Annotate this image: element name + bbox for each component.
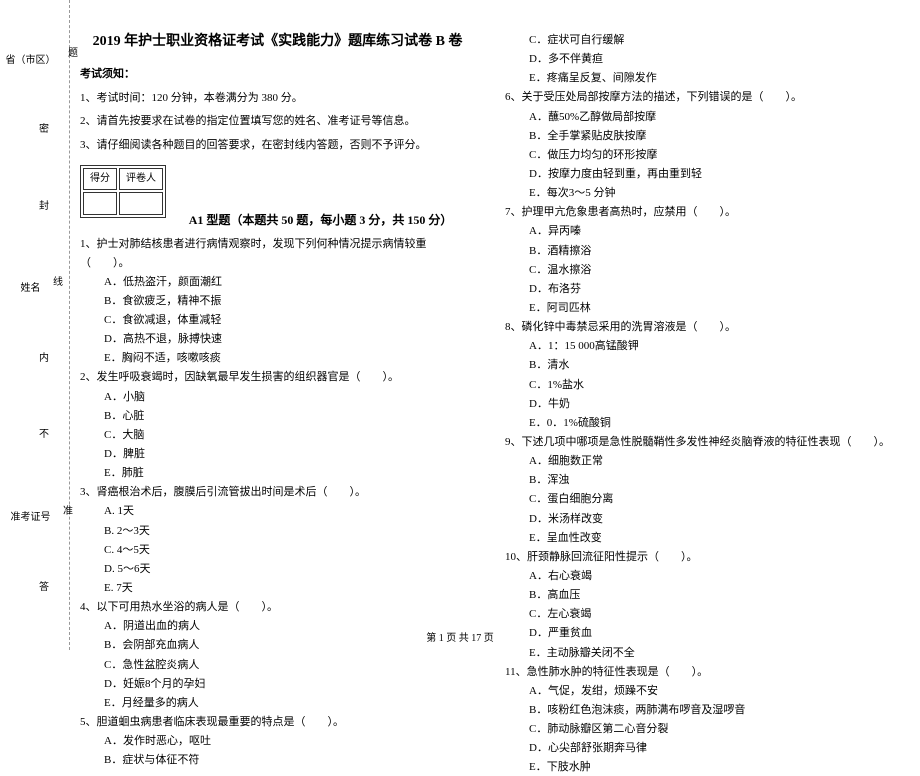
- binding-char: 答: [35, 581, 50, 603]
- question-option: C．急性盆腔炎病人: [80, 656, 475, 674]
- question-option: C．左心衰竭: [505, 605, 900, 623]
- instruction-2: 2、请首先按要求在试卷的指定位置填写您的姓名、准考证号等信息。: [80, 112, 475, 130]
- question-option: E．疼痛呈反复、间隙发作: [505, 69, 900, 87]
- question-option: C．食欲减退，体重减轻: [80, 311, 475, 329]
- question-stem: 7、护理甲亢危象患者高热时，应禁用（ ）。: [505, 203, 900, 221]
- question-option: E．0．1%硫酸铜: [505, 414, 900, 432]
- question-option: B．酒精擦浴: [505, 242, 900, 260]
- question-option: C．症状可自行缓解: [505, 31, 900, 49]
- exam-title: 2019 年护士职业资格证考试《实践能力》题库练习试卷 B 卷: [80, 30, 475, 53]
- question-option: D．牛奶: [505, 395, 900, 413]
- question-option: B．心脏: [80, 407, 475, 425]
- binding-char: 题: [64, 47, 79, 69]
- question-option: E. 7天: [80, 579, 475, 597]
- notice-header: 考试须知：: [80, 65, 475, 83]
- binding-margin: 题 省（市区） 密 封 线 姓名 内 不 准 准考证号 答: [15, 0, 70, 650]
- question-option: E．肺脏: [80, 464, 475, 482]
- question-option: E．下肢水肿: [505, 758, 900, 776]
- binding-char: 密: [35, 123, 50, 145]
- right-questions: 6、关于受压处局部按摩方法的描述，下列错误的是（ ）。 A．蘸50%乙醇做局部按摩…: [505, 88, 900, 776]
- question-option: E．每次3～5 分钟: [505, 184, 900, 202]
- question-stem: 3、肾癌根治术后，腹膜后引流管拔出时间是术后（ ）。: [80, 483, 475, 501]
- question-option: A．发作时恶心，呕吐: [80, 732, 475, 750]
- question-option: E．阿司匹林: [505, 299, 900, 317]
- question-stem: 9、下述几项中哪项是急性脱髓鞘性多发性神经炎脑脊液的特征性表现（ ）。: [505, 433, 900, 451]
- q5-continued-options: C．症状可自行缓解D．多不伴黄疸E．疼痛呈反复、间隙发作: [505, 31, 900, 87]
- binding-char: 不: [35, 428, 50, 450]
- question-option: C．大脑: [80, 426, 475, 444]
- question-option: E．胸闷不适，咳嗽咳痰: [80, 349, 475, 367]
- binding-char: 内: [35, 352, 50, 374]
- instruction-1: 1、考试时间：120 分钟，本卷满分为 380 分。: [80, 89, 475, 107]
- question-option: D．米汤样改变: [505, 510, 900, 528]
- question-option: C．肺动脉瓣区第二心音分裂: [505, 720, 900, 738]
- question-option: A．气促，发绀，烦躁不安: [505, 682, 900, 700]
- page-footer: 第 1 页 共 17 页: [426, 629, 494, 644]
- main-content: 2019 年护士职业资格证考试《实践能力》题库练习试卷 B 卷 考试须知： 1、…: [80, 30, 900, 630]
- question-option: B．清水: [505, 356, 900, 374]
- score-cell: 得分: [83, 168, 117, 191]
- question-option: A．蘸50%乙醇做局部按摩: [505, 108, 900, 126]
- question-option: A．小脑: [80, 388, 475, 406]
- question-option: B．症状与体征不符: [80, 751, 475, 769]
- question-option: E．呈血性改变: [505, 529, 900, 547]
- question-option: B．咳粉红色泡沫痰，两肺满布啰音及湿啰音: [505, 701, 900, 719]
- binding-char: 线: [49, 276, 64, 298]
- question-option: C. 4～5天: [80, 541, 475, 559]
- question-stem: 10、肝颈静脉回流征阳性提示（ ）。: [505, 548, 900, 566]
- question-option: B．食欲疲乏，精神不振: [80, 292, 475, 310]
- question-option: D．布洛芬: [505, 280, 900, 298]
- question-stem: 8、磷化锌中毒禁忌采用的洗胃溶液是（ ）。: [505, 318, 900, 336]
- question-option: B．浑浊: [505, 471, 900, 489]
- question-option: E．月经量多的病人: [80, 694, 475, 712]
- question-option: A．异丙嗪: [505, 222, 900, 240]
- question-stem: 2、发生呼吸衰竭时，因缺氧最早发生损害的组织器官是（ ）。: [80, 368, 475, 386]
- binding-char: 封: [35, 200, 50, 222]
- question-option: D．心尖部舒张期奔马律: [505, 739, 900, 757]
- question-stem: 6、关于受压处局部按摩方法的描述，下列错误的是（ ）。: [505, 88, 900, 106]
- question-option: D．多不伴黄疸: [505, 50, 900, 68]
- question-stem: 5、胆道蛔虫病患者临床表现最重要的特点是（ ）。: [80, 713, 475, 731]
- question-option: A. 1天: [80, 502, 475, 520]
- question-option: A．阴道出血的病人: [80, 617, 475, 635]
- left-questions: 1、护士对肺结核患者进行病情观察时，发现下列何种情况提示病情较重（ ）。 A．低热…: [80, 235, 475, 769]
- question-option: A．低热盗汗，颜面潮红: [80, 273, 475, 291]
- question-option: C．做压力均匀的环形按摩: [505, 146, 900, 164]
- question-option: B．会阴部充血病人: [80, 636, 475, 654]
- question-option: B．高血压: [505, 586, 900, 604]
- question-stem: 4、以下可用热水坐浴的病人是（ ）。: [80, 598, 475, 616]
- question-option: D. 5～6天: [80, 560, 475, 578]
- question-option: D．高热不退，脉搏快速: [80, 330, 475, 348]
- province-label: 省（市区）: [6, 51, 56, 66]
- left-column: 2019 年护士职业资格证考试《实践能力》题库练习试卷 B 卷 考试须知： 1、…: [80, 30, 475, 630]
- question-stem: 1、护士对肺结核患者进行病情观察时，发现下列何种情况提示病情较重（ ）。: [80, 235, 475, 271]
- question-option: C．蛋白细胞分离: [505, 490, 900, 508]
- question-option: A．细胞数正常: [505, 452, 900, 470]
- ticket-label: 准考证号: [11, 508, 51, 523]
- score-table: 得分 评卷人: [80, 165, 166, 218]
- name-label: 姓名: [21, 279, 41, 294]
- question-option: A．右心衰竭: [505, 567, 900, 585]
- section-a1-title: A1 型题（本题共 50 题，每小题 3 分，共 150 分）: [189, 211, 453, 231]
- question-option: D．严重贫血: [505, 624, 900, 642]
- question-option: A．1：15 000高锰酸钾: [505, 337, 900, 355]
- question-option: D．按摩力度由轻到重，再由重到轻: [505, 165, 900, 183]
- question-option: C．温水擦浴: [505, 261, 900, 279]
- grader-cell: 评卷人: [119, 168, 163, 191]
- question-stem: 11、急性肺水肿的特征性表现是（ ）。: [505, 663, 900, 681]
- question-option: D．妊娠8个月的孕妇: [80, 675, 475, 693]
- question-option: B. 2～3天: [80, 522, 475, 540]
- question-option: E．主动脉瓣关闭不全: [505, 644, 900, 662]
- instruction-3: 3、请仔细阅读各种题目的回答要求，在密封线内答题，否则不予评分。: [80, 136, 475, 154]
- question-option: D．脾脏: [80, 445, 475, 463]
- right-column: C．症状可自行缓解D．多不伴黄疸E．疼痛呈反复、间隙发作 6、关于受压处局部按摩…: [505, 30, 900, 630]
- binding-char: 准: [59, 505, 74, 527]
- question-option: C．1%盐水: [505, 376, 900, 394]
- question-option: B．全手掌紧贴皮肤按摩: [505, 127, 900, 145]
